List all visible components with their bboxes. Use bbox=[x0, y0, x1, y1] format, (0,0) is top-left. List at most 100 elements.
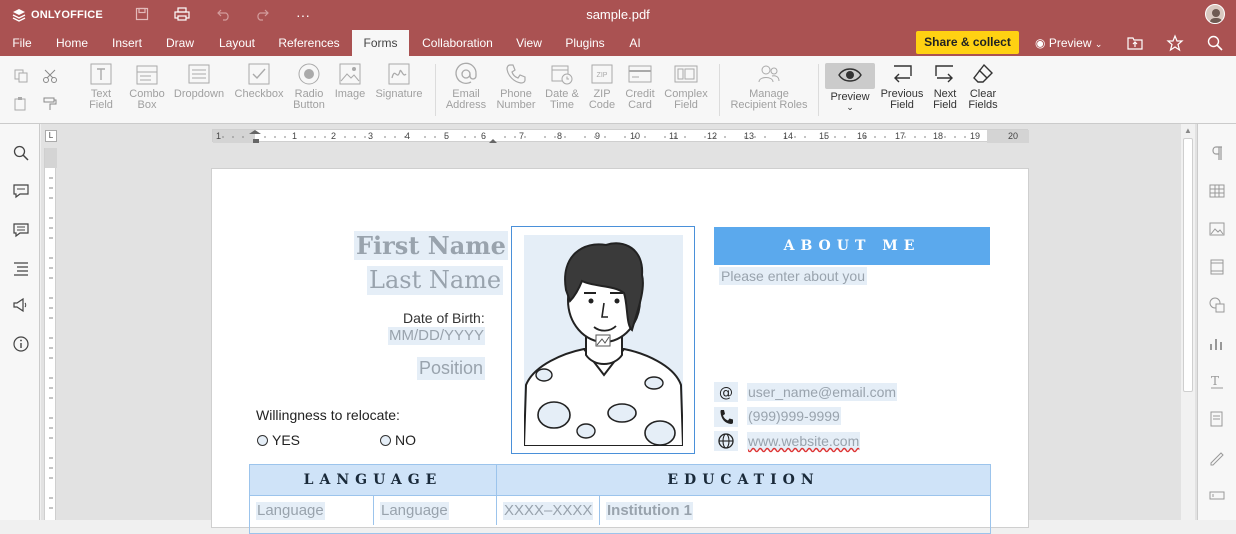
radio-circle[interactable] bbox=[257, 434, 268, 446]
tab-stop-selector[interactable]: L bbox=[45, 130, 57, 142]
table-cell: Institution 1 bbox=[600, 495, 990, 525]
dropdown-button[interactable]: Dropdown bbox=[172, 62, 226, 100]
comments-icon[interactable] bbox=[12, 182, 30, 200]
tab-plugins[interactable]: Plugins bbox=[558, 30, 612, 56]
search-icon[interactable] bbox=[1206, 34, 1224, 52]
scrollbar-thumb[interactable] bbox=[1183, 138, 1193, 392]
header-footer-icon[interactable] bbox=[1208, 258, 1226, 276]
language-field-1[interactable]: Language bbox=[256, 502, 325, 520]
phone-number-button[interactable]: Phone Number bbox=[492, 62, 540, 111]
language-field-2[interactable]: Language bbox=[380, 502, 449, 520]
ruler-mark: 19 bbox=[970, 131, 981, 141]
ruler-mark: 15 bbox=[819, 131, 830, 141]
signature-settings-icon[interactable] bbox=[1208, 448, 1226, 466]
info-icon[interactable] bbox=[12, 335, 30, 353]
date-time-button[interactable]: Date & Time bbox=[542, 62, 582, 111]
copy-icon[interactable] bbox=[13, 68, 29, 84]
tab-draw[interactable]: Draw bbox=[158, 30, 202, 56]
zip-code-button[interactable]: ZIP ZIP Code bbox=[584, 62, 620, 111]
signature-button[interactable]: Signature bbox=[372, 62, 426, 100]
feedback-icon[interactable] bbox=[12, 296, 30, 314]
image-settings-icon[interactable] bbox=[1208, 220, 1226, 238]
scroll-up-icon[interactable]: ▲ bbox=[1184, 126, 1192, 135]
manage-roles-button[interactable]: Manage Recipient Roles bbox=[726, 62, 812, 111]
website-field[interactable]: www.website.com bbox=[747, 432, 861, 450]
tab-ai[interactable]: AI bbox=[620, 30, 650, 56]
cut-icon[interactable] bbox=[42, 68, 58, 84]
more-icon[interactable]: ··· bbox=[295, 7, 311, 23]
photo-image-field[interactable] bbox=[511, 226, 695, 454]
chart-settings-icon[interactable] bbox=[1208, 334, 1226, 352]
form-settings-icon[interactable] bbox=[1208, 410, 1226, 428]
about-me-field[interactable]: Please enter about you bbox=[719, 267, 867, 285]
tab-references[interactable]: References bbox=[272, 30, 346, 56]
tab-home[interactable]: Home bbox=[48, 30, 96, 56]
table-cell: XXXX–XXXX bbox=[497, 495, 600, 525]
tab-insert[interactable]: Insert bbox=[104, 30, 150, 56]
radio-button-button[interactable]: Radio Button bbox=[288, 62, 330, 111]
app-logo: ONLYOFFICE bbox=[12, 8, 103, 22]
redo-icon[interactable] bbox=[254, 7, 270, 23]
navigation-icon[interactable] bbox=[12, 259, 30, 277]
paragraph-settings-icon[interactable] bbox=[1208, 144, 1226, 162]
preview-button[interactable]: Preview ⌄ bbox=[825, 63, 875, 112]
preview-mode-dropdown[interactable]: ◉ Preview ⌄ bbox=[1035, 30, 1102, 56]
share-collect-button[interactable]: Share & collect bbox=[916, 31, 1019, 54]
tab-layout[interactable]: Layout bbox=[210, 30, 264, 56]
tab-file[interactable]: File bbox=[4, 30, 40, 56]
favorite-star-icon[interactable] bbox=[1166, 34, 1184, 52]
previous-field-button[interactable]: Previous Field bbox=[876, 62, 928, 111]
radio-circle[interactable] bbox=[380, 434, 391, 446]
radio-yes[interactable]: YES bbox=[257, 432, 300, 448]
credit-card-button[interactable]: Credit Card bbox=[620, 62, 660, 111]
radio-no[interactable]: NO bbox=[380, 432, 416, 448]
ruler-mark: 7 bbox=[519, 131, 525, 141]
last-name-field[interactable]: Last Name bbox=[367, 266, 504, 295]
institution-field[interactable]: Institution 1 bbox=[606, 502, 693, 520]
save-icon[interactable] bbox=[134, 7, 150, 23]
next-field-button[interactable]: Next Field bbox=[928, 62, 962, 111]
first-name-field[interactable]: First Name bbox=[354, 231, 508, 260]
globe-icon bbox=[718, 433, 734, 449]
tab-view[interactable]: View bbox=[508, 30, 550, 56]
shape-settings-icon[interactable] bbox=[1208, 296, 1226, 314]
undo-icon[interactable] bbox=[216, 7, 232, 23]
form-field-settings-icon[interactable] bbox=[1208, 486, 1226, 504]
horizontal-ruler[interactable]: 1 1 2 3 4 5 6 7 8 9 10 11 12 13 14 15 16… bbox=[212, 129, 1029, 143]
years-field[interactable]: XXXX–XXXX bbox=[503, 502, 594, 520]
open-file-location-icon[interactable] bbox=[1126, 34, 1144, 52]
combo-box-button[interactable]: Combo Box bbox=[126, 62, 168, 111]
toolbar-divider bbox=[435, 64, 436, 116]
checkbox-button[interactable]: Checkbox bbox=[232, 62, 286, 100]
email-address-button[interactable]: Email Address bbox=[442, 62, 490, 111]
image-button[interactable]: Image bbox=[330, 62, 370, 100]
tab-collaboration[interactable]: Collaboration bbox=[415, 30, 500, 56]
vertical-ruler[interactable] bbox=[44, 148, 57, 520]
combo-box-icon bbox=[136, 65, 158, 85]
text-field-button[interactable]: Text Field bbox=[78, 62, 124, 111]
vertical-scrollbar[interactable]: ▲ bbox=[1181, 124, 1195, 520]
print-icon[interactable] bbox=[174, 7, 190, 23]
email-field[interactable]: user_name@email.com bbox=[747, 383, 898, 401]
website-icon-box bbox=[714, 431, 738, 451]
left-sidebar bbox=[0, 124, 40, 520]
text-art-icon[interactable]: T bbox=[1208, 372, 1226, 390]
table-settings-icon[interactable] bbox=[1208, 182, 1226, 200]
search-icon[interactable] bbox=[12, 144, 30, 162]
clear-fields-button[interactable]: Clear Fields bbox=[964, 62, 1002, 111]
complex-field-button[interactable]: Complex Field bbox=[662, 62, 710, 111]
table-cell: Language bbox=[250, 495, 374, 525]
phone-field[interactable]: (999)999-9999 bbox=[747, 407, 841, 425]
paste-icon[interactable] bbox=[13, 96, 29, 112]
position-field[interactable]: Position bbox=[417, 357, 486, 380]
chat-icon[interactable] bbox=[12, 221, 30, 239]
title-bar: ONLYOFFICE ··· sample.pdf bbox=[0, 0, 1236, 30]
complex-field-icon bbox=[674, 65, 698, 83]
language-header: LANGUAGE bbox=[250, 465, 497, 495]
user-avatar[interactable] bbox=[1205, 4, 1225, 24]
copy-style-icon[interactable] bbox=[42, 96, 58, 112]
svg-text:@: @ bbox=[719, 385, 733, 401]
date-of-birth-field[interactable]: MM/DD/YYYY bbox=[388, 327, 486, 345]
tab-forms[interactable]: Forms bbox=[352, 30, 409, 56]
chevron-down-icon: ⌄ bbox=[846, 102, 854, 112]
